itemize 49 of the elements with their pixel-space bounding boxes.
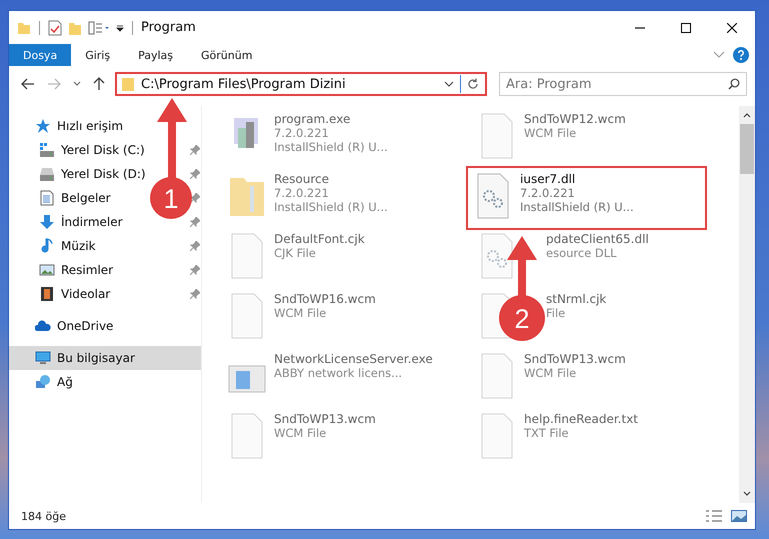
sidebar-item[interactable]: İndirmeler [61, 215, 123, 229]
annotation-number: 1 [163, 184, 179, 214]
file-detail: InstallShield (R) U... [274, 200, 388, 214]
file-detail: 7.2.0.221 [520, 186, 576, 200]
file-detail: TXT File [524, 426, 570, 440]
file-name[interactable]: stNrml.cjk [546, 292, 606, 306]
file-detail: InstallShield (R) U... [520, 200, 634, 214]
ribbon-tab[interactable]: Görünüm [187, 44, 266, 66]
sidebar-item[interactable]: Belgeler [61, 191, 111, 205]
address-bar[interactable]: C:\Program Files\Program Dizini [115, 72, 487, 96]
sidebar-item[interactable]: Bu bilgisayar [57, 351, 135, 365]
file-detail: WCM File [274, 306, 328, 320]
sidebar-item[interactable]: Resimler [61, 263, 114, 277]
sidebar-item[interactable]: Ağ [57, 375, 73, 389]
file-name[interactable]: NetworkLicenseServer.exe [274, 352, 433, 366]
file-detail: ABBY network licens... [274, 366, 404, 380]
file-name[interactable]: SndToWP12.wcm [524, 112, 626, 126]
file-name[interactable]: DefaultFont.cjk [274, 232, 365, 246]
window-title: Program [141, 20, 196, 35]
file-detail: File [546, 306, 566, 320]
file-name[interactable]: SndToWP13.wcm [274, 412, 376, 426]
search-field[interactable]: Ara: Program [499, 72, 747, 96]
sidebar-item[interactable]: Videolar [61, 287, 110, 301]
file-detail: WCM File [524, 366, 578, 380]
sidebar-item[interactable]: Yerel Disk (D:) [61, 167, 146, 181]
file-detail: 7.2.0.221 [274, 186, 330, 200]
file-name[interactable]: help.fineReader.txt [524, 412, 638, 426]
sidebar-item[interactable]: Müzik [61, 239, 96, 253]
ribbon-tab[interactable]: Paylaş [124, 44, 187, 66]
file-name[interactable]: iuser7.dll [520, 172, 634, 186]
file-detail: esource DLL [546, 246, 618, 260]
sidebar-item[interactable]: Hızlı erişim [57, 119, 124, 133]
file-detail: InstallShield (R) U... [274, 140, 388, 154]
file-name[interactable]: program.exe [274, 112, 388, 126]
item-count: 184 öğe [21, 510, 66, 522]
file-detail: WCM File [524, 126, 578, 140]
file-detail: 7.2.0.221 [274, 126, 330, 140]
sidebar-item[interactable]: Yerel Disk (C:) [61, 143, 145, 157]
ribbon-tab[interactable]: Giriş [71, 44, 124, 66]
file-name[interactable]: SndToWP16.wcm [274, 292, 376, 306]
file-detail: CJK File [274, 246, 317, 260]
ribbon-tab[interactable]: Dosya [9, 44, 72, 66]
file-name[interactable]: pdateClient65.dll [546, 232, 649, 246]
file-name[interactable]: SndToWP13.wcm [524, 352, 626, 366]
sidebar-item[interactable]: OneDrive [57, 319, 114, 333]
annotation-number: 2 [514, 304, 530, 334]
file-name[interactable]: Resource [274, 172, 388, 186]
file-detail: WCM File [274, 426, 328, 440]
address-path: C:\Program Files\Program Dizini [141, 76, 347, 92]
